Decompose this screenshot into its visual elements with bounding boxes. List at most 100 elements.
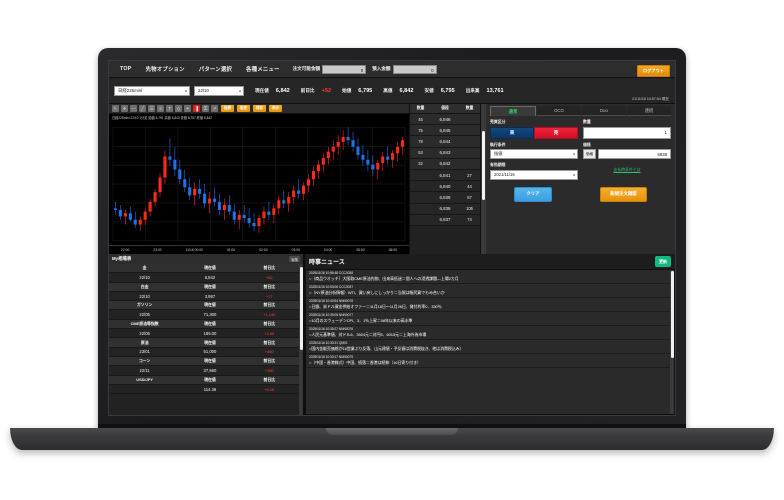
watchlist-instrument-name: コーン	[138, 358, 151, 364]
news-item-text: ○（商品ウオッチ）大阪取CME原油先物、出来高低迷＝個人への浸透課題―上場2カ月	[309, 275, 459, 281]
order-tab-2[interactable]: Duo	[582, 106, 626, 116]
x-axis-tick-4: 02:00	[259, 248, 268, 252]
clear-button[interactable]: クリア	[514, 186, 552, 202]
top-navigation-bar: TOP 先物オプション パターン選択 各種メニュー 注文可能金額 0 預入金額 …	[109, 61, 675, 78]
crosshair-icon[interactable]: ✛	[121, 105, 128, 112]
ladder-price[interactable]: 6,841	[431, 173, 459, 178]
ladder-price[interactable]: 6,837	[431, 217, 459, 222]
text-icon[interactable]: T	[166, 105, 173, 112]
order-expiry-select[interactable]: 2021/11/16	[490, 169, 578, 180]
order-qty-input[interactable]: 1	[583, 126, 671, 139]
chart-canvas[interactable]	[109, 121, 409, 245]
order-power-value[interactable]: 0	[322, 64, 367, 74]
news-item[interactable]: 2025/11/16 10:35:27 NNN0076 ○人民元基準値、対ドル6．…	[306, 326, 670, 340]
watchlist-col-change: 前日比	[263, 265, 276, 271]
order-type-tabs: 通常 OCO Duo 連続	[490, 104, 671, 116]
ladder-scrollbar[interactable]	[481, 104, 486, 254]
watchlist-row[interactable]: 22/11 37,560 +180	[109, 366, 299, 376]
watchlist-scrollbar[interactable]	[299, 264, 303, 415]
ladder-row[interactable]: 53 6,843	[410, 147, 480, 159]
watchlist-col-price: 現在値	[204, 320, 216, 326]
logout-button[interactable]: ログアウト	[637, 64, 670, 77]
news-item[interactable]: 2025/11/16 10:33:21 QM01 ○国内金販売価格が16営業ぶり反…	[306, 340, 670, 354]
watchlist-row[interactable]: 22/05 71,300 +1,140	[109, 310, 299, 320]
ladder-row[interactable]: 6,839 67	[410, 192, 480, 204]
nav-item-futures[interactable]: 先物オプション	[139, 65, 192, 73]
chart-type-icon[interactable]: ↗	[211, 105, 218, 112]
watchlist-row[interactable]: 22/10 3,987 +77	[109, 291, 299, 302]
watchlist-edit-button[interactable]: 編集	[289, 256, 300, 262]
watchlist-row[interactable]: 23/01 51,000 +460	[109, 347, 299, 357]
news-refresh-button[interactable]: 更新	[655, 256, 671, 267]
quote-bar: 日経225mini 22/10 現在値 6,842 前日比 +52 始値 6,7…	[109, 78, 675, 104]
lock-icon[interactable]: ⚿	[202, 105, 209, 112]
watchlist-col-change: 前日比	[263, 302, 276, 308]
order-price-label: 価格	[583, 141, 591, 147]
ladder-price[interactable]: 6,846	[431, 117, 459, 122]
quote-field-change: 前日比 +52	[301, 88, 331, 94]
ladder-row[interactable]: 32 6,842	[410, 158, 480, 170]
chart-button-3[interactable]: 表示	[269, 105, 282, 112]
news-item[interactable]: 2025/11/16 10:56:48 CCC0038 ○（商品ウオッチ）大阪取C…	[306, 270, 670, 284]
watchlist-row-header: USD/JPY 現在値 前日比	[109, 375, 299, 385]
x-axis-tick-3: 01:00	[226, 248, 236, 252]
ladder-row[interactable]: 6,840 44	[410, 181, 480, 193]
order-tab-1[interactable]: OCO	[537, 106, 581, 116]
watchlist-row[interactable]: 22/05 185.00 +2.55	[109, 329, 299, 339]
contract-month-select[interactable]: 22/10	[194, 85, 244, 96]
news-item[interactable]: 2025/11/16 10:40:54 NNN0078 ○日銀、米ドル資金供給オフ…	[306, 298, 670, 312]
main-middle-row: ↖ ✛ — ╱ ☰ ≡ T ◇ ⚭ ▐ ⚿ ↗ 指標 設定 保存 表示 日経225mini 22/10 1分足…	[109, 104, 675, 254]
buy-button[interactable]: 買	[490, 126, 534, 139]
channel-icon[interactable]: ☰	[148, 105, 155, 112]
ladder-row[interactable]: 45 6,846	[410, 114, 480, 126]
hline-icon[interactable]: —	[130, 105, 137, 112]
chart-button-2[interactable]: 保存	[253, 105, 266, 112]
confirm-order-button[interactable]: 新規注文確認	[600, 186, 647, 202]
ladder-row[interactable]: 6,838 105	[410, 203, 480, 215]
nav-item-menu[interactable]: 各種メニュー	[239, 65, 287, 73]
watchlist-row[interactable]: 114.36 +0.18	[109, 384, 299, 395]
order-row-exec-price: 執行条件 指値 価格 価格 6838	[490, 141, 671, 159]
ladder-bid-qty: 45	[418, 116, 423, 122]
ladder-row[interactable]: 6,841 27	[410, 169, 480, 182]
news-item-meta: 2025/11/16 10:33:17 NNN0075	[309, 355, 353, 359]
nav-item-top[interactable]: TOP	[113, 66, 139, 72]
watchlist-price: 37,560	[203, 367, 217, 373]
fib-icon[interactable]: ≡	[157, 105, 164, 112]
ladder-price[interactable]: 6,840	[431, 184, 459, 189]
news-item-meta: 2025/11/16 10:35:27 NNN0076	[309, 327, 353, 331]
deposit-value[interactable]: 0	[392, 64, 437, 74]
ladder-price[interactable]: 6,842	[431, 161, 459, 166]
product-select[interactable]: 日経225mini	[114, 85, 190, 96]
news-item[interactable]: 2025/11/16 10:33:17 NNN0075 ○（中国・香港株式）中国、…	[306, 354, 670, 368]
trendline-icon[interactable]: ╱	[139, 105, 146, 112]
ladder-price[interactable]: 6,844	[431, 139, 459, 144]
chart-button-1[interactable]: 設定	[237, 105, 250, 112]
order-tab-0[interactable]: 通常	[490, 106, 536, 116]
ladder-price[interactable]: 6,843	[431, 150, 459, 155]
chart-button-0[interactable]: 指標	[221, 105, 234, 112]
shape-icon[interactable]: ◇	[175, 105, 182, 112]
order-expiry-label: 有効期限	[490, 162, 506, 167]
sell-button[interactable]: 売	[534, 126, 578, 139]
ladder-price[interactable]: 6,839	[431, 195, 459, 200]
news-item[interactable]: 2025/11/16 10:39:06 NNN0077 ○10月のスウェーデンCP…	[306, 312, 670, 326]
ladder-row[interactable]: 75 6,845	[410, 125, 480, 137]
order-price-input[interactable]: 6838	[598, 149, 671, 159]
news-scrollbar[interactable]	[670, 270, 674, 414]
order-exec-select[interactable]: 指値	[490, 149, 578, 159]
order-row-expiry: 有効期限 2021/11/16 支払時条件とは	[490, 162, 671, 180]
ladder-price[interactable]: 6,838	[431, 206, 459, 211]
cursor-icon[interactable]: ↖	[112, 105, 119, 112]
watchlist-row[interactable]: 22/10 6,842 +52	[109, 273, 299, 283]
nav-item-pattern[interactable]: パターン選択	[192, 65, 239, 73]
ladder-price[interactable]: 6,845	[431, 128, 459, 133]
news-item[interactable]: 2025/11/16 10:53:06 CCC0037 ○（NY原油分析情報）WT…	[306, 284, 670, 298]
order-tab-3[interactable]: 連続	[627, 106, 671, 116]
candle-icon[interactable]: ▐	[193, 105, 200, 112]
ladder-row[interactable]: 6,837 74	[410, 214, 480, 226]
magnet-icon[interactable]: ⚭	[184, 105, 191, 112]
main-bottom-row: My相場表 編集 金現在値 前日比 22/10 6,842 +52 白金 現在値 前日比 22/…	[109, 254, 675, 415]
ladder-row[interactable]: 78 6,844	[410, 136, 480, 148]
exec-condition-link[interactable]: 支払時条件とは	[583, 167, 671, 173]
